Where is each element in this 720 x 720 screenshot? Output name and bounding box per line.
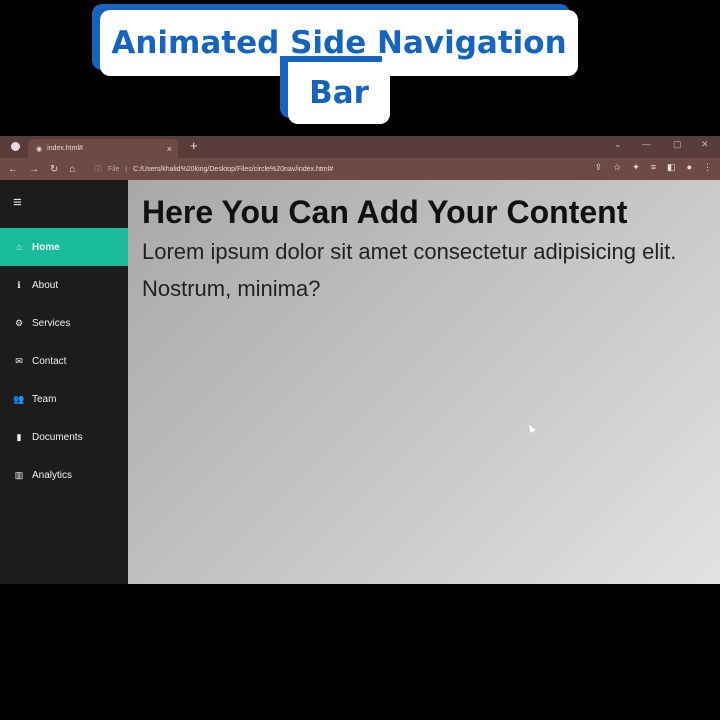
avatar[interactable]: ● — [687, 162, 692, 173]
nav-item-documents[interactable]: ▮ Documents — [0, 418, 128, 456]
nav-item-home[interactable]: ⌂ Home — [0, 228, 128, 266]
main-content: Here You Can Add Your Content Lorem ipsu… — [128, 180, 720, 584]
new-tab-button[interactable]: + — [190, 138, 198, 153]
url-field[interactable]: ⓘ File | C:/Users/khalid%20king/Desktop/… — [95, 162, 555, 176]
nav-item-about[interactable]: ℹ About — [0, 266, 128, 304]
reload-icon[interactable]: ↻ — [50, 164, 58, 175]
side-navigation: ≡ ⌂ Home ℹ About ⚙ Services ✉ Contact 👥 … — [0, 180, 128, 584]
body-text: Lorem ipsum dolor sit amet consectetur a… — [142, 239, 677, 301]
info-icon: ℹ — [17, 279, 21, 290]
nav-item-label: Home — [32, 241, 60, 253]
nav-item-label: Documents — [32, 431, 83, 443]
more-icon[interactable]: ⋮ — [703, 162, 712, 173]
chevron-down-icon[interactable]: ⌄ — [614, 139, 622, 150]
forward-icon[interactable]: → — [29, 164, 39, 175]
browser-window: ◉ index.html# × + ⌄ — ▢ ✕ ← → ↻ ⌂ ⓘ File… — [0, 136, 720, 584]
nav-item-team[interactable]: 👥 Team — [0, 380, 128, 418]
minimize-icon[interactable]: — — [642, 139, 651, 149]
gears-icon: ⚙ — [14, 317, 24, 328]
home-icon: ⌂ — [16, 242, 22, 252]
nav-item-label: Contact — [32, 355, 67, 367]
globe-icon: ◉ — [36, 145, 43, 153]
nav-item-services[interactable]: ⚙ Services — [0, 304, 128, 342]
share-icon[interactable]: ⇪ — [595, 162, 603, 173]
nav-item-label: Services — [32, 317, 71, 329]
tab-bar: ◉ index.html# × + ⌄ — ▢ ✕ — [0, 136, 720, 158]
chart-icon: ▥ — [14, 469, 24, 480]
nav-item-contact[interactable]: ✉ Contact — [0, 342, 128, 380]
envelope-icon: ✉ — [15, 355, 23, 366]
back-icon[interactable]: ← — [8, 164, 18, 175]
page-title: Here You Can Add Your Content — [142, 194, 628, 230]
nav-item-label: About — [32, 279, 59, 291]
hamburger-menu-icon[interactable]: ≡ — [13, 194, 22, 211]
url-prefix: File — [108, 165, 120, 173]
maximize-icon[interactable]: ▢ — [673, 139, 682, 150]
browser-menu-icon[interactable] — [11, 142, 20, 151]
home-browser-icon[interactable]: ⌂ — [69, 164, 75, 175]
tab-close-icon[interactable]: × — [167, 144, 172, 154]
url-text: C:/Users/khalid%20king/Desktop/Files/cir… — [133, 165, 334, 173]
mouse-cursor-icon — [526, 423, 536, 433]
info-circle-icon: ⓘ — [95, 166, 102, 173]
users-icon: 👥 — [13, 393, 25, 404]
extensions-icon[interactable]: ✦ — [632, 162, 640, 173]
web-page: ≡ ⌂ Home ℹ About ⚙ Services ✉ Contact 👥 … — [0, 180, 720, 584]
address-bar: ← → ↻ ⌂ ⓘ File | C:/Users/khalid%20king/… — [0, 158, 720, 180]
tab-title: index.html# — [47, 145, 83, 152]
nav-item-analytics[interactable]: ▥ Analytics — [0, 456, 128, 494]
nav-item-label: Analytics — [32, 469, 73, 481]
playlist-icon[interactable]: ≡ — [651, 162, 656, 173]
file-icon: ▮ — [16, 431, 22, 442]
nav-item-label: Team — [32, 393, 57, 405]
close-window-icon[interactable]: ✕ — [701, 139, 709, 150]
banner-title-line-2: Bar — [288, 62, 390, 124]
sidebar-toggle-icon[interactable]: ◧ — [667, 162, 676, 173]
browser-tab[interactable]: ◉ index.html# × — [28, 139, 178, 158]
star-icon[interactable]: ☆ — [613, 162, 621, 173]
